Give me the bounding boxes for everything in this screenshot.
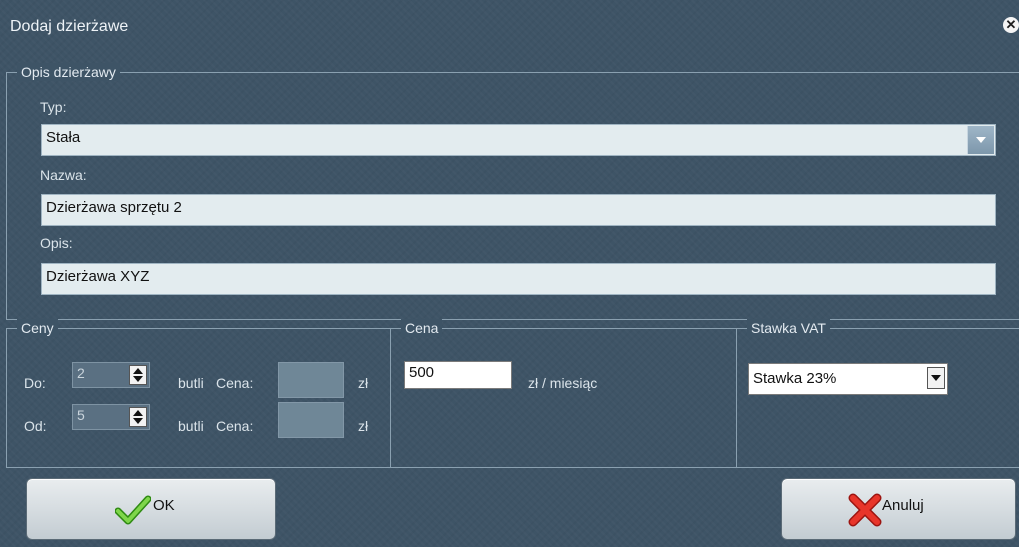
type-combobox[interactable]: Stała [41,124,996,156]
name-label: Nazwa: [40,167,87,183]
to-currency-label: zł [358,375,369,391]
close-icon[interactable]: ✕ [1003,17,1019,33]
vat-group: Stawka VAT [736,319,1019,468]
price-input[interactable]: 500 [404,361,512,389]
checkmark-icon [115,495,151,525]
to-quantity-value: 2 [77,365,85,381]
spin-arrows-icon[interactable] [129,365,147,385]
from-price-label: Cena: [216,418,254,434]
chevron-down-icon [976,137,986,143]
window-title: Dodaj dzierżawe [10,18,129,35]
from-quantity-value: 5 [77,407,85,423]
description-group-title: Opis dzierżawy [17,63,120,81]
from-quantity-spinner[interactable]: 5 [72,404,150,430]
cancel-button[interactable]: Anuluj [781,478,1016,540]
price-group: Cena [390,319,737,468]
vat-group-title: Stawka VAT [747,319,830,337]
cancel-button-label: Anuluj [882,497,924,514]
ok-button-label: OK [153,497,175,514]
price-unit-label: zł / miesiąc [528,375,598,391]
from-unit-label: butli [178,418,204,434]
vat-selected-value: Stawka 23% [753,370,837,387]
button-area-divider [6,467,1019,468]
name-field[interactable]: Dzierżawa sprzętu 2 [41,194,996,226]
from-label: Od: [24,418,47,434]
type-label: Typ: [40,99,67,115]
chevron-down-icon[interactable] [927,367,945,389]
type-value: Stała [46,129,81,146]
prices-group-title: Ceny [17,319,58,337]
to-unit-label: butli [178,375,204,391]
to-price-field[interactable] [278,362,344,398]
desc-label: Opis: [40,235,73,251]
to-quantity-spinner[interactable]: 2 [72,362,150,388]
spin-arrows-icon[interactable] [129,407,147,427]
cancel-x-icon [848,493,882,527]
description-field[interactable]: Dzierżawa XYZ [41,263,996,295]
to-label: Do: [24,375,46,391]
from-price-field[interactable] [278,402,344,438]
price-group-title: Cena [401,319,443,337]
type-dropdown-button[interactable] [967,126,994,154]
from-currency-label: zł [358,418,369,434]
ok-button[interactable]: OK [26,478,276,540]
prices-group: Ceny [6,319,391,468]
vat-select[interactable]: Stawka 23% [748,363,948,395]
to-price-label: Cena: [216,375,254,391]
dialog-window: Dodaj dzierżawe ✕ Opis dzierżawy Typ: St… [0,0,1019,547]
